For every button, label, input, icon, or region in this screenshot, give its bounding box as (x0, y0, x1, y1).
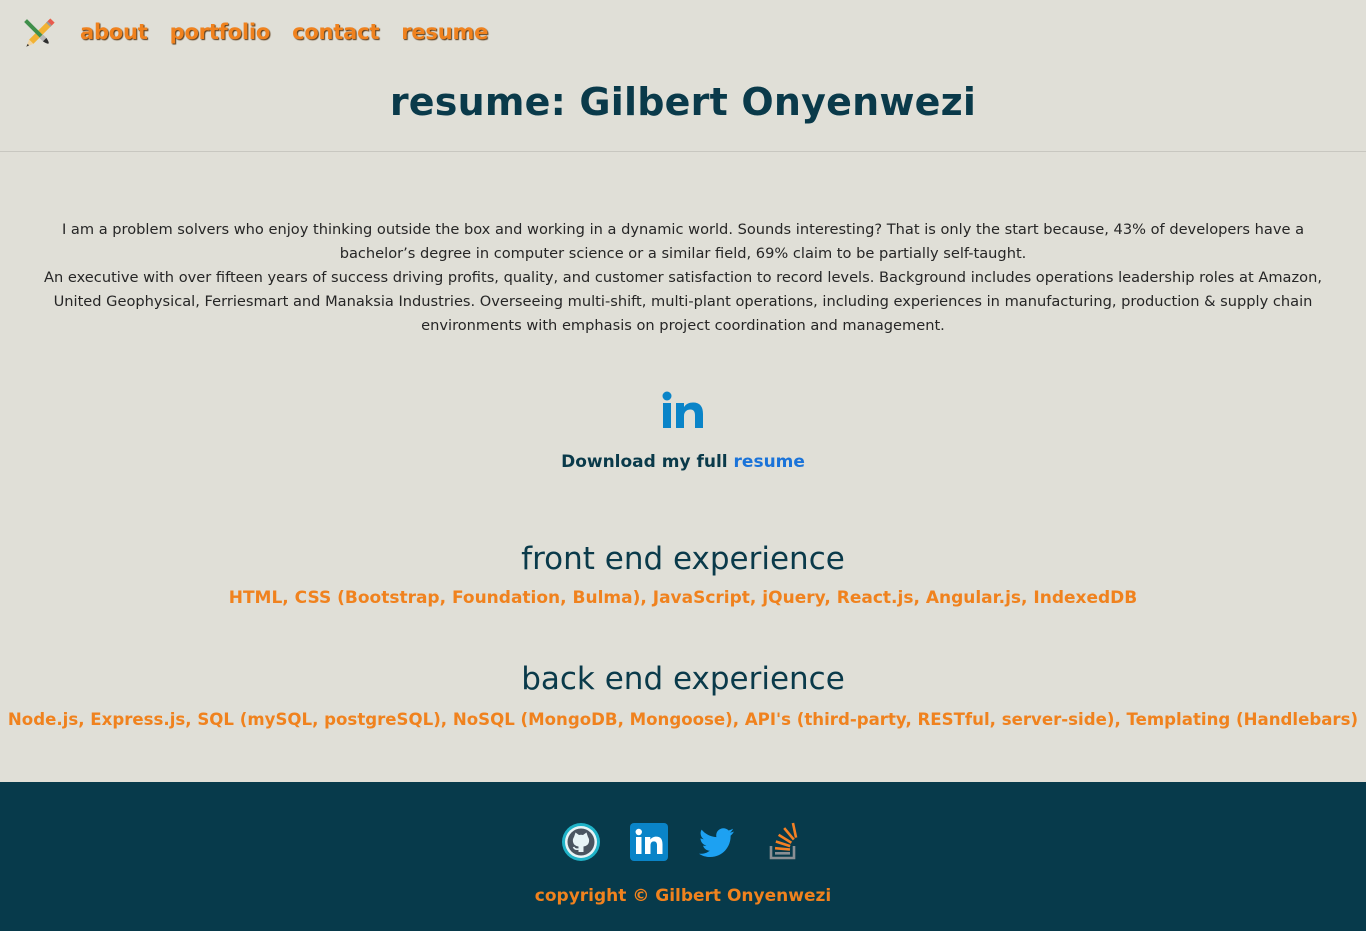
social-links (0, 822, 1366, 862)
github-icon[interactable] (561, 822, 601, 862)
main-nav: about portfolio contact resume (80, 20, 488, 44)
nav-contact-link[interactable]: contact (292, 20, 379, 44)
front-end-heading: front end experience (521, 541, 845, 577)
stackoverflow-icon[interactable] (765, 822, 805, 862)
bio-paragraph: An executive with over fifteen years of … (44, 269, 1322, 334)
front-end-skills: HTML, CSS (Bootstrap, Foundation, Bulma)… (228, 588, 1138, 608)
bio-section: I am a problem solvers who enjoy thinkin… (30, 218, 1336, 338)
back-end-heading: back end experience (521, 661, 845, 697)
download-resume-line: Download my full resume (0, 452, 1366, 472)
linkedin-icon[interactable] (629, 822, 669, 862)
twitter-icon[interactable] (697, 822, 737, 862)
linkedin-icon[interactable] (661, 391, 705, 429)
top-header: about portfolio contact resume resume: G… (0, 0, 1366, 152)
download-text: Download my full (561, 452, 728, 472)
resume-download-link[interactable]: resume (734, 452, 805, 472)
nav-portfolio-link[interactable]: portfolio (170, 20, 271, 44)
footer: copyright © Gilbert Onyenwezi (0, 782, 1366, 931)
page-title: resume: Gilbert Onyenwezi (389, 80, 977, 124)
pencil-brush-logo-icon[interactable] (18, 13, 60, 55)
nav-about-link[interactable]: about (80, 20, 148, 44)
nav-resume-link[interactable]: resume (401, 20, 488, 44)
copyright-text: copyright © Gilbert Onyenwezi (534, 886, 832, 906)
back-end-skills: Node.js, Express.js, SQL (mySQL, postgre… (7, 710, 1359, 729)
bio-paragraph: I am a problem solvers who enjoy thinkin… (61, 221, 1305, 262)
